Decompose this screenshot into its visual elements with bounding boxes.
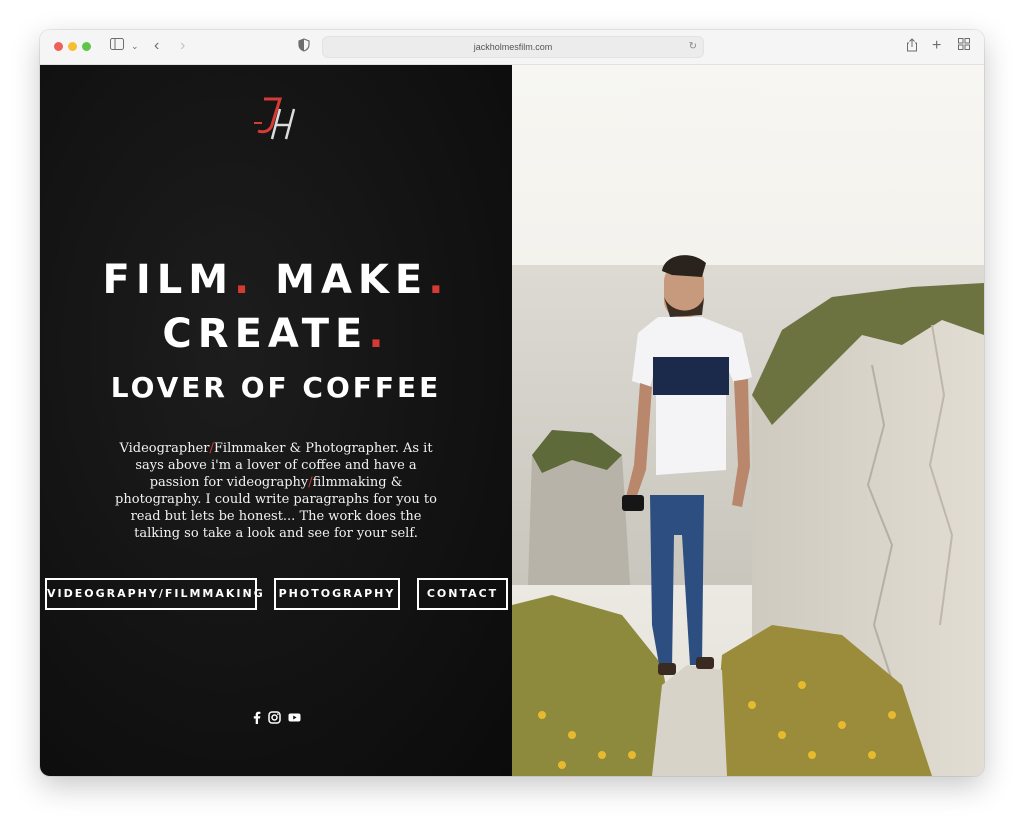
headline-word-make: MAKE: [275, 257, 429, 303]
headline-dot: .: [234, 257, 276, 303]
web-page: FILM. MAKE. CREATE. LOVER OF COFFEE Vide…: [40, 65, 984, 776]
facebook-icon[interactable]: [253, 711, 261, 725]
close-window-button[interactable]: [54, 42, 63, 51]
hero-photo-man-on-cliff: [512, 65, 984, 776]
headline-line-2: CREATE.: [40, 311, 512, 357]
intro-paragraph: Videographer/Filmmaker & Photographer. A…: [110, 440, 442, 542]
jh-logo[interactable]: [250, 95, 304, 145]
browser-window: ⌄ ‹ › jackholmesfilm.com ↻ + FILM. MAKE.: [40, 30, 984, 776]
back-button[interactable]: ‹: [154, 38, 159, 54]
forward-button[interactable]: ›: [180, 38, 185, 54]
zoom-window-button[interactable]: [82, 42, 91, 51]
privacy-shield-icon[interactable]: [298, 38, 310, 54]
headline-word-create: CREATE: [162, 311, 369, 357]
address-text: jackholmesfilm.com: [473, 42, 553, 52]
headline-line-1: FILM. MAKE.: [40, 257, 512, 303]
paragraph-text: Videographer: [119, 441, 210, 456]
videography-button[interactable]: VIDEOGRAPHY/FILMMAKING: [45, 578, 263, 610]
address-bar[interactable]: jackholmesfilm.com ↻: [322, 36, 704, 58]
instagram-icon[interactable]: [268, 711, 281, 725]
chevron-down-icon[interactable]: ⌄: [131, 38, 139, 54]
browser-toolbar: ⌄ ‹ › jackholmesfilm.com ↻ +: [40, 30, 984, 65]
minimize-window-button[interactable]: [68, 42, 77, 51]
share-icon[interactable]: [906, 38, 918, 54]
headline-word-film: FILM: [102, 257, 235, 303]
new-tab-icon[interactable]: +: [932, 38, 941, 54]
sidebar-toggle-icon[interactable]: [110, 38, 124, 54]
reload-icon[interactable]: ↻: [689, 37, 697, 57]
photography-button[interactable]: PHOTOGRAPHY: [274, 578, 400, 610]
tab-overview-icon[interactable]: [958, 38, 970, 54]
headline-line-3: LOVER OF COFFEE: [110, 371, 442, 404]
headline-dot: .: [368, 311, 390, 357]
contact-button[interactable]: CONTACT: [417, 578, 508, 610]
intro-panel: FILM. MAKE. CREATE. LOVER OF COFFEE Vide…: [40, 65, 512, 776]
headline-dot: .: [428, 257, 450, 303]
youtube-icon[interactable]: [288, 711, 301, 725]
